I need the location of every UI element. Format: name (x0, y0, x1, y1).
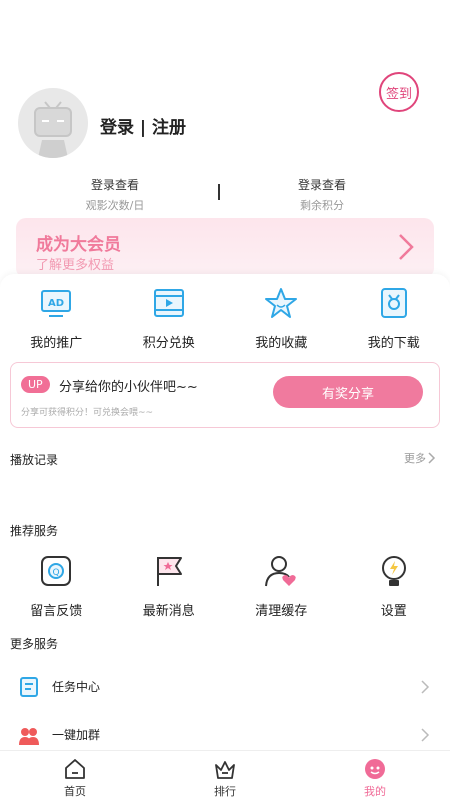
stat-points[interactable]: 登录查看 剩余积分 (262, 176, 382, 213)
tab-label: 我的 (364, 785, 386, 798)
quick-action-label: 我的收藏 (255, 336, 308, 351)
stat-value: 登录查看 (297, 178, 346, 192)
tab-ranking[interactable]: 排行 (150, 751, 300, 800)
chevron-right-icon (428, 452, 436, 464)
tab-label: 首页 (64, 785, 86, 798)
group-icon (19, 728, 39, 745)
service-label: 设置 (380, 604, 407, 619)
profile-header: 签到 登录 | 注册 登录查看 观影次数/日 登录查看 剩余积分 成为大会员 了… (0, 0, 450, 280)
tab-home[interactable]: 首页 (0, 751, 150, 800)
more-label: 更多 (404, 452, 426, 465)
tv-mascot-icon (34, 101, 72, 158)
quick-actions: AD 我的推广 积分兑换 我的收藏 我的下载 (0, 286, 450, 351)
quick-action-label: 积分兑换 (142, 336, 195, 351)
quick-action-favorites[interactable]: 我的收藏 (225, 286, 338, 351)
stat-label: 剩余积分 (300, 199, 344, 212)
task-icon (20, 677, 38, 697)
quick-action-exchange[interactable]: 积分兑换 (113, 286, 226, 351)
bulb-icon (381, 556, 406, 586)
flag-icon (156, 557, 182, 586)
home-icon (65, 759, 85, 779)
tab-mine[interactable]: 我的 (300, 751, 450, 800)
avatar[interactable] (18, 88, 88, 158)
stat-label: 观影次数/日 (85, 199, 145, 212)
download-icon (380, 288, 407, 318)
service-settings[interactable]: 设置 (338, 554, 450, 619)
chevron-right-icon (421, 728, 430, 742)
share-title: 分享给你的小伙伴吧~~ (59, 380, 198, 395)
list-item-label: 一键加群 (52, 728, 101, 742)
share-card: UP 分享给你的小伙伴吧~~ 分享可获得积分！可兑换会喂~~ 有奖分享 (10, 362, 440, 428)
share-button[interactable]: 有奖分享 (273, 376, 423, 408)
ad-icon: AD (41, 290, 72, 317)
stat-value: 登录查看 (90, 178, 139, 192)
list-item-join-group[interactable]: 一键加群 (0, 720, 450, 750)
chevron-right-icon (399, 234, 414, 260)
history-more-link[interactable]: 更多 (404, 450, 436, 466)
mine-icon (365, 759, 385, 779)
quick-action-downloads[interactable]: 我的下载 (338, 286, 450, 351)
quick-action-label: 我的下载 (367, 336, 420, 351)
login-register-link[interactable]: 登录 | 注册 (100, 113, 186, 138)
svg-text:Q: Q (53, 568, 60, 578)
user-heart-icon (265, 556, 296, 587)
recommend-services: Q 留言反馈 最新消息 清理缓存 设置 (0, 554, 450, 619)
service-feedback[interactable]: Q 留言反馈 (0, 554, 113, 619)
chevron-right-icon (421, 680, 430, 694)
vip-subtitle: 了解更多权益 (36, 258, 115, 273)
list-item-task-center[interactable]: 任务中心 (0, 672, 450, 702)
stat-views[interactable]: 登录查看 观影次数/日 (55, 176, 175, 213)
tab-label: 排行 (214, 785, 236, 798)
stat-divider (218, 184, 220, 200)
service-clear-cache[interactable]: 清理缓存 (225, 554, 338, 619)
service-label: 留言反馈 (30, 604, 83, 619)
star-icon (265, 288, 298, 318)
service-news[interactable]: 最新消息 (113, 554, 226, 619)
service-label: 清理缓存 (255, 604, 308, 619)
feedback-icon: Q (41, 556, 72, 586)
bottom-tab-bar: 首页 排行 我的 (0, 750, 450, 800)
quick-action-label: 我的推广 (30, 336, 83, 351)
vip-banner[interactable]: 成为大会员 了解更多权益 (16, 218, 434, 278)
list-item-label: 任务中心 (52, 680, 101, 694)
vip-title: 成为大会员 (36, 235, 121, 255)
quick-action-promote[interactable]: AD 我的推广 (0, 286, 113, 351)
film-icon (153, 289, 184, 317)
service-label: 最新消息 (142, 604, 195, 619)
more-services-title: 更多服务 (10, 637, 59, 651)
crown-icon (215, 761, 235, 779)
history-title: 播放记录 (10, 453, 59, 467)
signin-button[interactable]: 签到 (379, 72, 419, 112)
svg-text:AD: AD (48, 298, 64, 309)
recommend-title: 推荐服务 (10, 524, 59, 538)
share-desc: 分享可获得积分！可兑换会喂~~ (21, 408, 154, 418)
up-badge: UP (21, 376, 50, 393)
